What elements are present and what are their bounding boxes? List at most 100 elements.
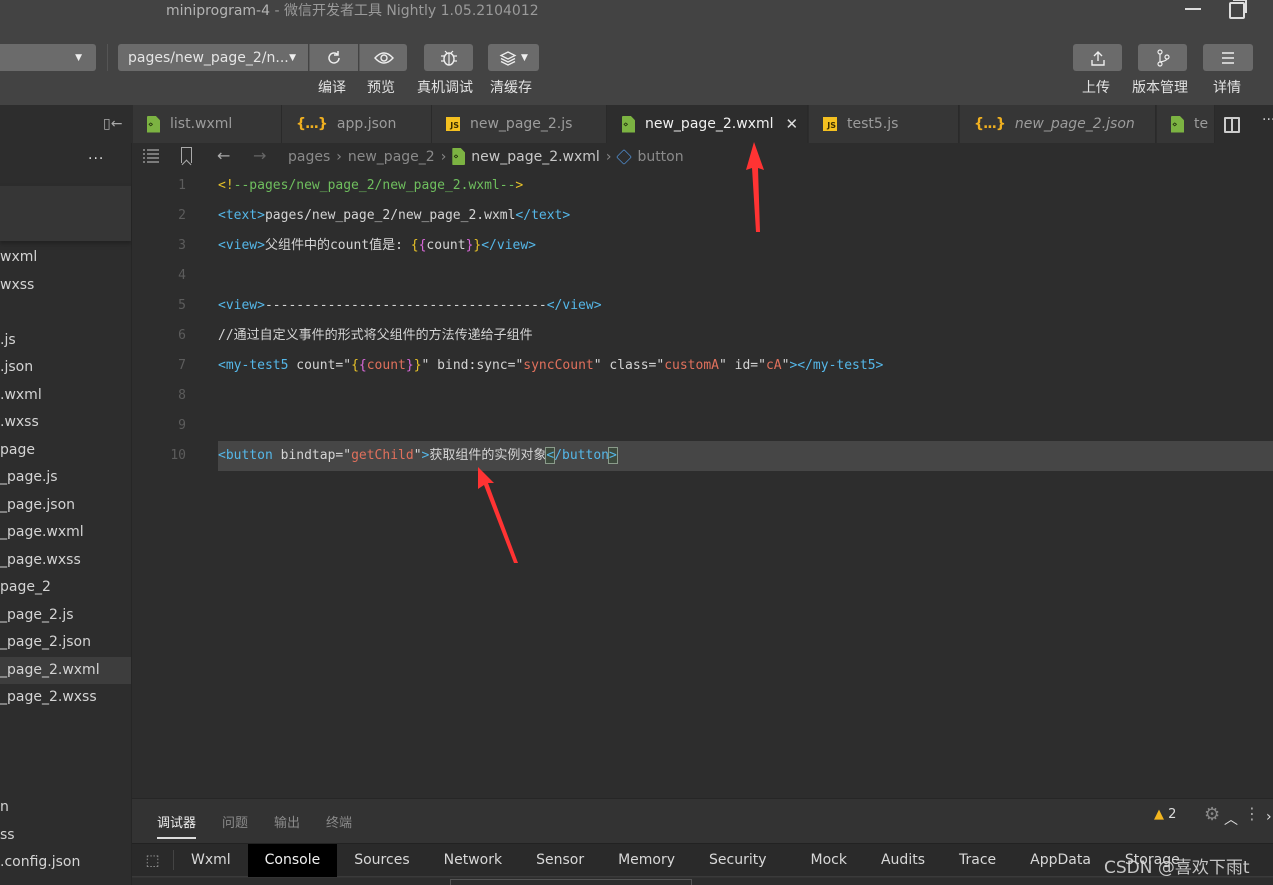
- panel-tab-network[interactable]: Network: [427, 844, 519, 877]
- panel-tab-mock[interactable]: Mock: [794, 844, 864, 877]
- code-line[interactable]: 2 <text>pages/new_page_2/new_page_2.wxml<…: [132, 201, 1273, 231]
- compile-button[interactable]: [309, 44, 358, 71]
- tab-new-page-2-json[interactable]: {...} new_page_2.json: [960, 105, 1156, 143]
- file-tree-item[interactable]: _page.js: [0, 464, 131, 491]
- file-tree-item[interactable]: .wxss: [0, 409, 131, 436]
- breadcrumb-segment[interactable]: new_page_2: [348, 149, 435, 165]
- panel-tab-sources[interactable]: Sources: [337, 844, 426, 877]
- panel-tab-sensor[interactable]: Sensor: [519, 844, 601, 877]
- details-button[interactable]: [1203, 44, 1253, 71]
- upload-button[interactable]: [1073, 44, 1122, 71]
- code-token: class=: [601, 358, 657, 373]
- file-tree-item[interactable]: _page_2.wxss: [0, 684, 131, 711]
- bookmark-icon[interactable]: [181, 147, 192, 163]
- file-tree-item[interactable]: n: [0, 794, 131, 821]
- file-tree-item[interactable]: _page.json: [0, 492, 131, 519]
- code-token: <view>: [218, 238, 265, 253]
- restore-button[interactable]: [1229, 0, 1247, 19]
- inspect-element-icon[interactable]: ⬚: [132, 850, 174, 870]
- devtools-tab[interactable]: 问题: [222, 812, 248, 831]
- devtools-tab[interactable]: 输出: [274, 812, 300, 831]
- file-tree-item[interactable]: ss: [0, 822, 131, 849]
- minimize-button[interactable]: [1185, 8, 1201, 10]
- panel-tab-appdata[interactable]: AppData: [1013, 844, 1108, 877]
- devtools-tab[interactable]: 终端: [326, 812, 352, 831]
- tab-label: list.wxml: [170, 116, 233, 132]
- kebab-menu-icon[interactable]: ⋮: [1244, 804, 1260, 823]
- code-line[interactable]: 3 <view>父组件中的count值是: {{count}}</view>: [132, 231, 1273, 261]
- file-tree-item[interactable]: wxss: [0, 272, 131, 299]
- file-tree-item[interactable]: _page.wxss: [0, 547, 131, 574]
- file-tree-item[interactable]: _page_2.js: [0, 602, 131, 629]
- chevron-right-icon: ›: [605, 148, 612, 165]
- code-line[interactable]: 5 <view>---------------------------------…: [132, 291, 1273, 321]
- breadcrumb-segment[interactable]: pages: [288, 149, 330, 165]
- remote-debug-label: 真机调试: [417, 80, 473, 96]
- breadcrumb-symbol[interactable]: button: [637, 149, 683, 165]
- forward-arrow-icon[interactable]: →: [253, 146, 266, 165]
- code-line[interactable]: 9: [132, 411, 1273, 441]
- file-tree-item[interactable]: page: [0, 437, 131, 464]
- devtools-tab[interactable]: 调试器: [157, 812, 197, 839]
- code-editor[interactable]: 1 <!--pages/new_page_2/new_page_2.wxml-->…: [132, 171, 1273, 798]
- clear-cache-button[interactable]: ▼: [488, 44, 539, 71]
- collapse-sidebar-icon[interactable]: ▯←: [103, 116, 122, 132]
- panel-tab-trace[interactable]: Trace: [942, 844, 1013, 877]
- file-tree-item[interactable]: .config.json: [0, 849, 131, 876]
- js-file-icon: JS: [823, 117, 837, 131]
- remote-debug-button[interactable]: [424, 44, 473, 71]
- tab-test5-js[interactable]: JS test5.js: [809, 105, 959, 143]
- split-editor-icon[interactable]: [1224, 117, 1240, 133]
- tab-new-page-2-js[interactable]: JS new_page_2.js: [432, 105, 607, 143]
- more-icon[interactable]: ···: [1262, 112, 1273, 128]
- breadcrumb-file[interactable]: new_page_2.wxml: [471, 149, 600, 165]
- console-filter-input[interactable]: [450, 879, 692, 885]
- chevron-right-icon: ›: [336, 148, 342, 165]
- file-tree-item[interactable]: .wxml: [0, 382, 131, 409]
- code-line[interactable]: 1 <!--pages/new_page_2/new_page_2.wxml-->: [132, 171, 1273, 201]
- code-token: >: [515, 178, 524, 193]
- code-line[interactable]: 6 //通过自定义事件的形式将父组件的方法传递给子组件: [132, 321, 1273, 351]
- chevron-up-icon[interactable]: ︿: [1224, 809, 1238, 829]
- code-token: 父组件中的count值是:: [264, 238, 411, 253]
- warning-badge[interactable]: ▲ 2: [1154, 807, 1176, 822]
- file-tree-item[interactable]: .js: [0, 327, 131, 354]
- outline-list-icon[interactable]: [142, 148, 160, 164]
- tab-new-page-2-wxml[interactable]: new_page_2.wxml ✕: [608, 105, 808, 143]
- panel-tab-wxml[interactable]: Wxml: [174, 844, 248, 877]
- mode-select[interactable]: ▼: [0, 44, 96, 71]
- settings-gear-icon[interactable]: ⚙: [1204, 804, 1220, 825]
- warning-count: 2: [1168, 807, 1177, 822]
- tab-app-json[interactable]: {...} app.json: [282, 105, 432, 143]
- close-panel-icon[interactable]: ›: [1266, 809, 1272, 825]
- compile-page-select[interactable]: pages/new_page_2/n... ▼: [118, 44, 308, 71]
- close-tab-icon[interactable]: ✕: [786, 115, 799, 133]
- code-token: ": [656, 358, 665, 373]
- explorer-more-icon[interactable]: ···: [88, 151, 104, 167]
- chevron-right-icon: ›: [440, 148, 447, 165]
- file-tree-item[interactable]: _page_2.wxml: [0, 656, 131, 684]
- code-line[interactable]: 4: [132, 261, 1273, 291]
- code-token: ": [343, 448, 352, 463]
- panel-tab-console[interactable]: Console: [247, 843, 338, 877]
- code-line[interactable]: 7 <my-test5 count="{{count}}" bind:sync="…: [132, 351, 1273, 381]
- code-token: <text>: [218, 208, 265, 223]
- tab-list-wxml[interactable]: list.wxml: [133, 105, 282, 143]
- file-tree-item[interactable]: _page.wxml: [0, 519, 131, 546]
- file-tree-item[interactable]: [0, 299, 131, 326]
- panel-tab-audits[interactable]: Audits: [864, 844, 942, 877]
- file-tree-item[interactable]: .json: [0, 354, 131, 381]
- panel-tab-memory[interactable]: Memory: [601, 844, 692, 877]
- file-tree-item[interactable]: wxml: [0, 244, 131, 271]
- file-tree-item[interactable]: _page_2.json: [0, 629, 131, 656]
- version-control-button[interactable]: [1138, 44, 1187, 71]
- back-arrow-icon[interactable]: ←: [217, 146, 230, 165]
- file-tree-item[interactable]: page_2: [0, 574, 131, 601]
- tab-te[interactable]: te: [1157, 105, 1215, 143]
- code-line[interactable]: 10 <button bindtap="getChild">获取组件的实例对象</…: [170, 441, 1273, 471]
- preview-button[interactable]: [359, 44, 407, 71]
- code-token: ": [758, 358, 766, 373]
- code-token: ></my-test5>: [789, 358, 884, 373]
- panel-tab-security[interactable]: Security: [692, 844, 784, 877]
- code-line[interactable]: 8: [132, 381, 1273, 411]
